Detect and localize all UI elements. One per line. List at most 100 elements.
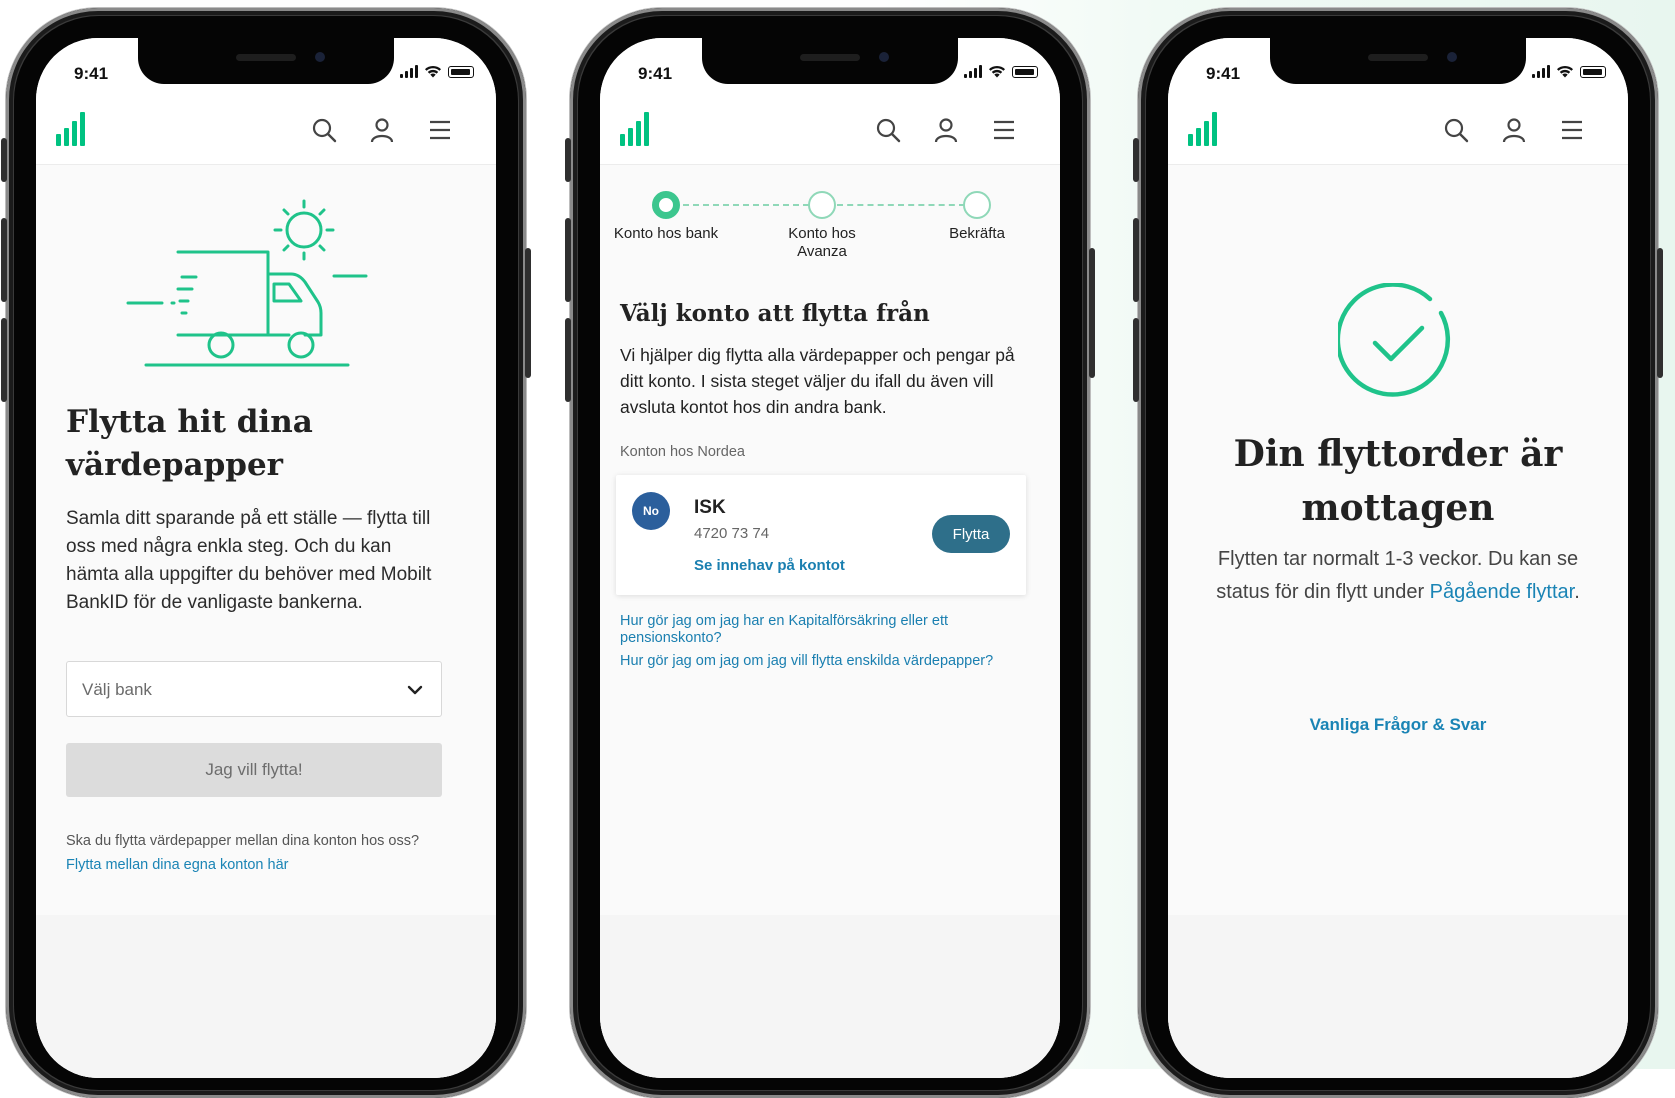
bars-logo-icon[interactable]	[1188, 110, 1222, 146]
help-links: Hur gör jag om jag har en Kapitalförsäkr…	[620, 613, 1040, 676]
search-icon[interactable]	[1443, 117, 1469, 143]
confirmation-text-end: .	[1574, 581, 1580, 603]
volume-up-button	[565, 218, 571, 302]
app-bar	[600, 98, 1060, 165]
content: Flytta hit dina värdepapper Samla ditt s…	[36, 165, 496, 1078]
page-title: Din flyttorder är mottagen	[1233, 433, 1563, 529]
delivery-truck-icon	[126, 199, 368, 367]
step-2-label: Konto hos Avanza	[788, 225, 856, 260]
status-icons	[1532, 65, 1606, 78]
volume-down-button	[565, 318, 571, 402]
phone-1: 9:41 Flytta hit dina värdepapper Samla d…	[1, 8, 531, 1098]
mute-switch	[1133, 138, 1139, 182]
notch	[138, 38, 394, 84]
user-icon[interactable]	[1501, 117, 1527, 143]
user-icon[interactable]	[369, 117, 395, 143]
help-link-pension[interactable]: Hur gör jag om jag har en Kapitalförsäkr…	[620, 613, 1040, 647]
status-icons	[964, 65, 1038, 78]
move-button[interactable]: Jag vill flytta!	[66, 743, 442, 797]
camera	[1447, 52, 1457, 62]
faq-link[interactable]: Vanliga Frågor & Svar	[1168, 715, 1628, 735]
intro-text: Vi hjälper dig flytta alla värdepapper o…	[620, 345, 1015, 417]
notch	[1270, 38, 1526, 84]
menu-icon[interactable]	[991, 117, 1017, 143]
search-icon[interactable]	[875, 117, 901, 143]
screen-1: 9:41 Flytta hit dina värdepapper Samla d…	[36, 38, 496, 1078]
move-account-button[interactable]: Flytta	[932, 515, 1010, 553]
help-link-single-securities[interactable]: Hur gör jag om jag om jag vill flytta en…	[620, 653, 1040, 670]
menu-icon[interactable]	[427, 117, 453, 143]
speaker	[1368, 54, 1428, 61]
status-time: 9:41	[1206, 64, 1241, 83]
account-number: 4720 73 74	[694, 525, 770, 542]
wifi-icon	[425, 65, 441, 78]
phone-3: 9:41 Din flyttorder är mottagen Flytten …	[1133, 8, 1663, 1098]
view-holdings-link[interactable]: Se innehav på kontot	[694, 557, 845, 574]
check-circle-icon	[1338, 283, 1451, 397]
status-time: 9:41	[74, 64, 109, 83]
volume-down-button	[1, 318, 7, 402]
volume-up-button	[1, 218, 7, 302]
bars-logo-icon[interactable]	[56, 110, 90, 146]
confirmation-text: Flytten tar normalt 1-3 veckor. Du kan s…	[1208, 543, 1588, 609]
bank-avatar: No	[632, 492, 670, 530]
status-time: 9:41	[638, 64, 673, 83]
step-3-label: Bekräfta	[949, 225, 1005, 242]
phone-2: 9:41 Konto hos bank Konto hos Avanza Bek…	[565, 8, 1095, 1098]
user-icon[interactable]	[933, 117, 959, 143]
signal-icon	[1532, 65, 1550, 78]
wifi-icon	[989, 65, 1005, 78]
page-title: Flytta hit dina värdepapper	[66, 404, 313, 483]
bank-select[interactable]: Välj bank	[66, 661, 442, 717]
power-button	[525, 248, 531, 378]
step-3-indicator	[963, 191, 991, 219]
footer-question: Ska du flytta värdepapper mellan dina ko…	[66, 833, 420, 849]
intro-text: Samla ditt sparande på ett ställe — flyt…	[66, 508, 432, 613]
app-bar	[36, 98, 496, 165]
power-button	[1089, 248, 1095, 378]
page-title: Välj konto att flytta från	[620, 300, 930, 327]
search-icon[interactable]	[311, 117, 337, 143]
volume-down-button	[1133, 318, 1139, 402]
menu-icon[interactable]	[1559, 117, 1585, 143]
chevron-down-icon	[407, 685, 423, 695]
screen-2: 9:41 Konto hos bank Konto hos Avanza Bek…	[600, 38, 1060, 1078]
step-1-indicator	[652, 191, 680, 219]
mute-switch	[1, 138, 7, 182]
camera	[879, 52, 889, 62]
battery-icon	[1012, 65, 1038, 78]
bottom-area	[600, 915, 1060, 1078]
signal-icon	[400, 65, 418, 78]
bank-select-placeholder: Välj bank	[82, 680, 152, 699]
content: Konto hos bank Konto hos Avanza Bekräfta…	[600, 165, 1060, 1078]
app-bar	[1168, 98, 1628, 165]
step-2-indicator	[808, 191, 836, 219]
speaker	[800, 54, 860, 61]
wifi-icon	[1557, 65, 1573, 78]
bars-logo-icon[interactable]	[620, 110, 654, 146]
footer-note: Ska du flytta värdepapper mellan dina ko…	[66, 829, 466, 877]
ongoing-transfers-link[interactable]: Pågående flyttar	[1430, 581, 1575, 603]
signal-icon	[964, 65, 982, 78]
battery-icon	[448, 65, 474, 78]
account-name: ISK	[694, 497, 726, 518]
screen-3: 9:41 Din flyttorder är mottagen Flytten …	[1168, 38, 1628, 1078]
step-connector	[683, 204, 809, 206]
content: Din flyttorder är mottagen Flytten tar n…	[1168, 165, 1628, 1078]
notch	[702, 38, 958, 84]
volume-up-button	[1133, 218, 1139, 302]
internal-transfer-link[interactable]: Flytta mellan dina egna konton här	[66, 853, 466, 877]
bottom-area	[36, 915, 496, 1078]
account-card: No ISK 4720 73 74 Se innehav på kontot F…	[616, 475, 1026, 595]
section-label: Konton hos Nordea	[620, 444, 745, 460]
status-icons	[400, 65, 474, 78]
power-button	[1657, 248, 1663, 378]
progress-stepper: Konto hos bank Konto hos Avanza Bekräfta	[600, 191, 1060, 281]
mute-switch	[565, 138, 571, 182]
step-1-label: Konto hos bank	[613, 225, 719, 242]
camera	[315, 52, 325, 62]
battery-icon	[1580, 65, 1606, 78]
speaker	[236, 54, 296, 61]
bottom-area	[1168, 915, 1628, 1078]
step-connector	[837, 204, 965, 206]
